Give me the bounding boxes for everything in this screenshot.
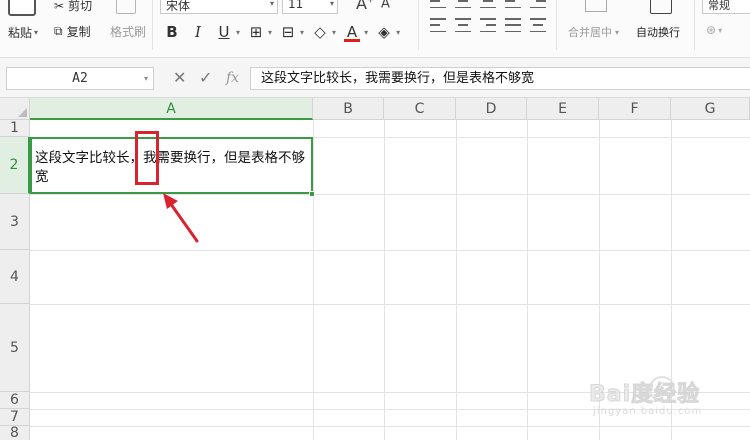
- wrap-text-icon: [650, 0, 672, 14]
- bold-button[interactable]: B: [162, 22, 182, 42]
- row-header-1[interactable]: 1: [0, 120, 30, 137]
- annotation-highlight-box: [135, 131, 159, 185]
- row-header-2[interactable]: 2: [0, 137, 30, 194]
- column-header-f[interactable]: F: [599, 98, 671, 120]
- ribbon-divider: [556, 0, 557, 50]
- align-middle-icon[interactable]: [455, 0, 471, 8]
- ribbon-toolbar: 粘贴 ▾ ✂ 剪切 ⧉ 复制 格式刷 宋体 ▾ 11 ▾ A+ A- B I U…: [0, 0, 750, 58]
- paste-label: 粘贴: [8, 26, 33, 40]
- merge-center-button[interactable]: 合并居中 ▾: [568, 24, 619, 40]
- gridline: [30, 304, 750, 305]
- formula-bar: A2 ▾ ✕ ✓ fx 这段文字比较长，我需要换行，但是表格不够宽: [0, 58, 750, 98]
- column-header-e[interactable]: E: [527, 98, 599, 120]
- yen-icon: ⊛: [706, 23, 717, 37]
- cancel-icon[interactable]: ✕: [173, 67, 186, 89]
- column-header-g[interactable]: G: [671, 98, 750, 120]
- fill-color-icon[interactable]: ◇: [310, 22, 330, 42]
- align-bottom-icon[interactable]: [480, 0, 496, 8]
- underline-button[interactable]: U: [214, 22, 234, 42]
- row-header-7[interactable]: 7: [0, 409, 30, 426]
- font-name-select[interactable]: 宋体 ▾: [160, 0, 278, 14]
- align-right-icon[interactable]: [480, 18, 496, 32]
- cut-button[interactable]: ✂ 剪切: [54, 0, 92, 14]
- number-format-select[interactable]: 常规: [702, 0, 750, 14]
- watermark-brand: Bai度经验: [588, 382, 701, 408]
- chevron-down-icon: ▾: [34, 28, 39, 37]
- chevron-down-icon: ▾: [329, 0, 334, 8]
- row-header-6[interactable]: 6: [0, 392, 30, 409]
- format-painter-button[interactable]: 格式刷: [110, 23, 146, 40]
- chevron-down-icon[interactable]: ▾: [268, 28, 272, 37]
- annotation-arrow-icon: [163, 193, 199, 243]
- chevron-down-icon: ▾: [269, 0, 274, 8]
- alignment-group: [430, 0, 555, 32]
- select-all-corner[interactable]: [0, 98, 30, 120]
- name-box[interactable]: A2 ▾: [6, 67, 154, 90]
- function-icon[interactable]: fx: [226, 67, 239, 89]
- copy-button[interactable]: ⧉ 复制: [54, 23, 91, 40]
- chevron-down-icon[interactable]: ▾: [144, 68, 148, 89]
- format-painter-label: 格式刷: [110, 25, 147, 39]
- font-format-row: B I U ▾ ⊞ ▾ ⊟ ▾ ◇ ▾ A ▾ ◈ ▾: [162, 22, 400, 42]
- italic-button[interactable]: I: [188, 22, 208, 42]
- align-left-icon[interactable]: [430, 18, 446, 32]
- increase-font-size-button[interactable]: A+: [356, 0, 374, 13]
- indent-decrease-icon[interactable]: [505, 0, 521, 8]
- chevron-down-icon[interactable]: ▾: [332, 28, 336, 37]
- paste-button[interactable]: 粘贴 ▾: [8, 24, 38, 41]
- font-color-button[interactable]: A: [342, 22, 362, 42]
- merge-cells-icon: [585, 0, 607, 12]
- cut-label: 剪切: [68, 0, 93, 13]
- paste-icon[interactable]: [8, 0, 36, 16]
- row-header-8[interactable]: 8: [0, 425, 30, 440]
- justify-icon[interactable]: [505, 18, 521, 32]
- checkmark-icon[interactable]: ✓: [199, 67, 212, 89]
- scissors-icon: ✂: [54, 0, 65, 13]
- copy-label: 复制: [66, 25, 91, 39]
- clear-format-icon[interactable]: ◈: [374, 22, 394, 42]
- name-box-value: A2: [72, 71, 88, 86]
- column-header-c[interactable]: C: [384, 98, 456, 120]
- ribbon-divider: [694, 0, 695, 50]
- chevron-down-icon[interactable]: ▾: [236, 28, 240, 37]
- ribbon-divider: [152, 0, 153, 50]
- distributed-icon[interactable]: [530, 18, 546, 32]
- chevron-down-icon[interactable]: ▾: [300, 28, 304, 37]
- row-header-3[interactable]: 3: [0, 194, 30, 250]
- decrease-font-size-button[interactable]: A-: [381, 0, 392, 11]
- format-painter-icon: [116, 0, 136, 14]
- copy-icon: ⧉: [54, 24, 63, 38]
- number-format-value: 常规: [708, 0, 730, 12]
- font-size-value: 11: [288, 0, 304, 11]
- chevron-down-icon[interactable]: ▾: [396, 28, 400, 37]
- row-header-5[interactable]: 5: [0, 304, 30, 392]
- wrap-text-label: 自动换行: [636, 26, 680, 39]
- wrap-text-button[interactable]: 自动换行: [636, 24, 680, 40]
- baidu-jingyan-watermark: Bai度经验 jingyan.baidu.com: [585, 372, 715, 432]
- align-center-icon[interactable]: [455, 18, 471, 32]
- column-header-b[interactable]: B: [313, 98, 384, 120]
- chevron-down-icon: ▾: [615, 27, 620, 37]
- fill-handle[interactable]: [309, 191, 315, 197]
- column-header-d[interactable]: D: [456, 98, 527, 120]
- gridline: [30, 194, 750, 195]
- row-header-4[interactable]: 4: [0, 250, 30, 304]
- font-name-value: 宋体: [166, 0, 191, 13]
- ribbon-divider: [418, 0, 419, 50]
- font-size-select[interactable]: 11 ▾: [282, 0, 338, 14]
- chevron-down-icon: ▾: [718, 25, 723, 35]
- gridline: [30, 250, 750, 251]
- currency-format-button[interactable]: ⊛ ▾: [706, 23, 722, 37]
- formula-input[interactable]: 这段文字比较长，我需要换行，但是表格不够宽: [250, 67, 750, 90]
- watermark-url: jingyan.baidu.com: [593, 406, 703, 417]
- cell-style-icon[interactable]: ⊟: [278, 22, 298, 42]
- indent-increase-icon[interactable]: [530, 0, 546, 8]
- chevron-down-icon[interactable]: ▾: [364, 28, 368, 37]
- border-icon[interactable]: ⊞: [246, 22, 266, 42]
- column-header-a[interactable]: A: [30, 98, 313, 120]
- merge-center-label: 合并居中: [568, 26, 612, 39]
- align-top-icon[interactable]: [430, 0, 446, 8]
